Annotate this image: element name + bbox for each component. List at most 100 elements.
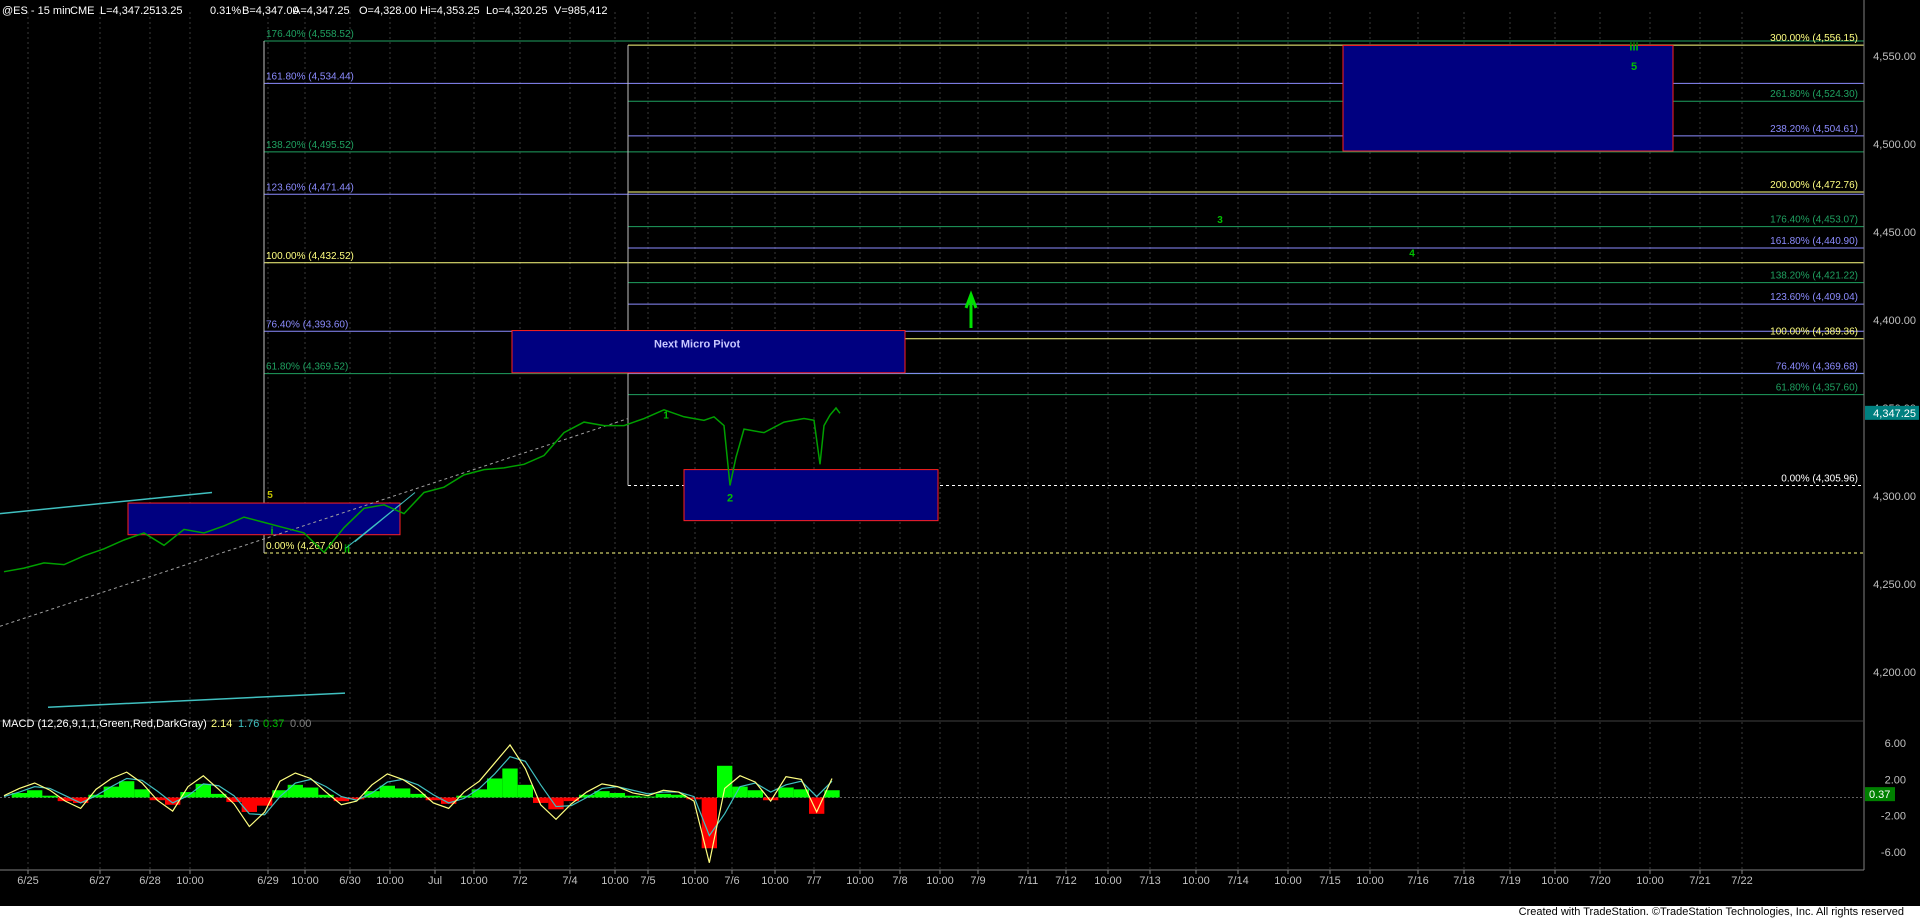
macd-hist-bar	[655, 793, 671, 798]
header-field: Lo=4,320.25	[486, 5, 547, 17]
box-label: Next Micro Pivot	[654, 339, 741, 351]
price-tick-label: 4,200.00	[1873, 667, 1916, 679]
time-tick-label: 10:00	[761, 875, 789, 887]
last-price-label: 4,347.25	[1873, 408, 1916, 420]
fib-left-label: 61.80% (4,369.52)	[266, 362, 348, 373]
header-field: B=4,347.00	[242, 5, 299, 17]
time-tick-label: 6/29	[257, 875, 278, 887]
macd-hist-bar	[134, 789, 150, 798]
macd-hist-bar	[471, 789, 487, 798]
time-tick-label: 7/13	[1139, 875, 1160, 887]
chart-window: 176.40% (4,558.52) 161.80% (4,534.44) 138.…	[0, 0, 1920, 920]
macd-hist-bar	[287, 784, 303, 798]
price-tick-label: 4,500.00	[1873, 139, 1916, 151]
time-tick-label: 7/8	[892, 875, 907, 887]
trend-lines	[0, 418, 629, 708]
macd-hist-bar	[717, 765, 733, 798]
time-tick-label: 6/25	[17, 875, 38, 887]
time-tick-label: 7/6	[724, 875, 739, 887]
macd-hist-bar	[502, 768, 518, 798]
time-tick-label: 7/19	[1499, 875, 1520, 887]
macd-hist-bar	[609, 792, 625, 798]
fib-left-label: 138.20% (4,495.52)	[266, 140, 354, 151]
time-tick-label: 6/30	[339, 875, 360, 887]
time-tick-label: 7/18	[1453, 875, 1474, 887]
macd-tick-label: 6.00	[1885, 738, 1906, 750]
fib-right-label: 176.40% (4,453.07)	[1770, 215, 1858, 226]
wave-label: 3	[1217, 215, 1223, 226]
time-tick-label: 10:00	[1182, 875, 1210, 887]
fib-left-label: 100.00% (4,432.52)	[266, 251, 354, 262]
time-tick-label: 7/22	[1731, 875, 1752, 887]
time-tick-label: 7/16	[1407, 875, 1428, 887]
macd-label: MACD (12,26,9,1,1,Green,Red,DarkGray)	[2, 718, 207, 730]
macd-value: 1.76	[238, 718, 259, 730]
price-tick-label: 4,450.00	[1873, 227, 1916, 239]
fib-right-label: 76.40% (4,369.68)	[1776, 361, 1858, 372]
time-tick-label: 7/11	[1018, 875, 1039, 887]
price-tick-label: 4,550.00	[1873, 51, 1916, 63]
fib-right-label: 261.80% (4,524.30)	[1770, 89, 1858, 100]
macd-hist-bar	[763, 797, 779, 801]
header-field: 0.31%	[210, 5, 241, 17]
time-tick-label: 10:00	[291, 875, 319, 887]
time-tick-label: 7/21	[1689, 875, 1710, 887]
fib-right-label: 100.00% (4,389.36)	[1770, 327, 1858, 338]
time-tick-label: 6/27	[89, 875, 110, 887]
macd-value: 0.37	[263, 718, 284, 730]
macd-hist-bar	[640, 796, 656, 798]
fib-right-label: 300.00% (4,556.15)	[1770, 33, 1858, 44]
time-tick-label: 7/7	[806, 875, 821, 887]
macd-hist-bar	[778, 787, 794, 798]
fib-left-label: 76.40% (4,393.60)	[266, 319, 348, 330]
header-field: Hi=4,353.25	[420, 5, 480, 17]
fib-right-label: 200.00% (4,472.76)	[1770, 180, 1858, 191]
macd-value: 2.14	[211, 718, 232, 730]
fib-right-label: 61.80% (4,357.60)	[1776, 383, 1858, 394]
wave-label: 4	[1409, 249, 1415, 260]
wave-label: iii	[1629, 42, 1638, 54]
time-axis: 6/25 6/27 6/28 10:00 6/29 10:00 6/30 10:00 Jul 10…	[0, 869, 1864, 887]
header-field: A=4,347.25	[293, 5, 350, 17]
macd-panel: 6.00 2.00 -2.00 -6.00 0.37 MACD (12,26,9,1,1,…	[0, 718, 1906, 863]
fib-right-label: 138.20% (4,421.22)	[1770, 271, 1858, 282]
macd-hist-bar	[395, 788, 411, 798]
time-tick-label: 7/4	[562, 875, 577, 887]
macd-current-label: 0.37	[1869, 789, 1890, 801]
macd-hist-bar	[379, 785, 395, 798]
macd-hist-bar	[195, 783, 211, 798]
macd-hist-bar	[747, 790, 763, 798]
time-tick-label: 7/2	[512, 875, 527, 887]
macd-tick-label: 2.00	[1885, 774, 1906, 786]
macd-hist-bar	[487, 778, 503, 798]
time-tick-label: 10:00	[1356, 875, 1384, 887]
macd-hist-bar	[27, 790, 43, 798]
time-tick-label: 7/15	[1319, 875, 1340, 887]
time-tick-label: 10:00	[1274, 875, 1302, 887]
target-box	[683, 469, 939, 522]
time-tick-label: 10:00	[601, 875, 629, 887]
wave-label: i	[270, 526, 273, 538]
chart-canvas[interactable]: 176.40% (4,558.52) 161.80% (4,534.44) 138.…	[0, 0, 1920, 920]
header-field: CME	[70, 5, 94, 17]
time-tick-label: 7/20	[1589, 875, 1610, 887]
time-tick-label: 10:00	[846, 875, 874, 887]
time-tick-label: 6/28	[139, 875, 160, 887]
header-field: V=985,412	[554, 5, 608, 17]
time-tick-label: 7/14	[1227, 875, 1248, 887]
macd-hist-bar	[533, 797, 549, 803]
time-tick-label: 10:00	[926, 875, 954, 887]
header-field: @ES - 15 min	[2, 5, 71, 17]
price-tick-label: 4,250.00	[1873, 579, 1916, 591]
up-arrow-icon	[964, 290, 978, 328]
price-tick-label: 4,300.00	[1873, 491, 1916, 503]
wave-label: 2	[727, 492, 733, 504]
macd-hist-bar	[517, 784, 533, 798]
fib-left-label: 161.80% (4,534.44)	[266, 71, 354, 82]
copyright-footer: Created with TradeStation. ©TradeStation…	[1514, 906, 1908, 918]
time-tick-label: 10:00	[1094, 875, 1122, 887]
time-tick-label: 10:00	[176, 875, 204, 887]
macd-hist-bar	[625, 795, 641, 798]
macd-hist-bar	[364, 791, 380, 798]
time-tick-label: 10:00	[376, 875, 404, 887]
